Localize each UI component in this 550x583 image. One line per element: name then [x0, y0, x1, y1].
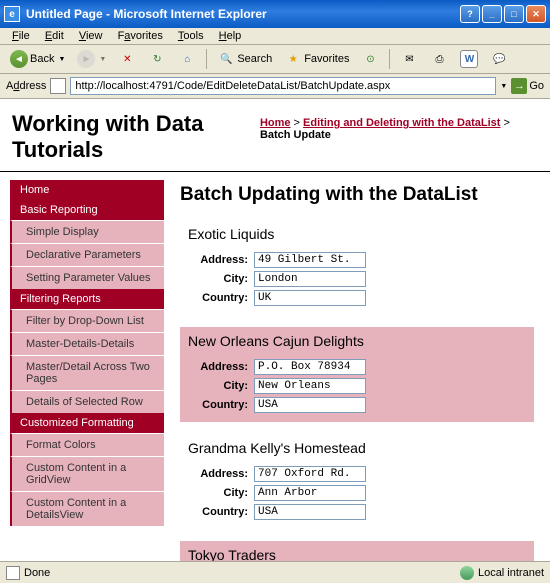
refresh-button[interactable]: ↻	[144, 48, 170, 70]
menu-tools[interactable]: Tools	[172, 28, 210, 44]
search-button[interactable]: 🔍Search	[213, 48, 276, 70]
print-button[interactable]: ⎙	[426, 48, 452, 70]
sidebar-item-9[interactable]: Details of Selected Row	[10, 390, 164, 413]
go-button[interactable]: →Go	[511, 78, 544, 94]
main-content: Batch Updating with the DataList Exotic …	[164, 172, 550, 561]
supplier-name: Grandma Kelly's Homestead	[188, 440, 526, 456]
city-label: City:	[188, 380, 248, 392]
stop-button[interactable]: ✕	[114, 48, 140, 70]
ie-icon: e	[4, 6, 20, 22]
sidebar-item-4[interactable]: Setting Parameter Values	[10, 266, 164, 289]
minimize-button[interactable]: _	[482, 5, 502, 23]
menu-bar: File Edit View Favorites Tools Help	[0, 28, 550, 45]
status-bar: Done Local intranet	[0, 561, 550, 583]
sidebar-hdr-1[interactable]: Basic Reporting	[10, 200, 164, 220]
address-input[interactable]	[254, 252, 366, 268]
supplier-block: Grandma Kelly's Homestead Address: City: Co…	[180, 434, 534, 529]
sidebar-hdr-5[interactable]: Filtering Reports	[10, 289, 164, 309]
city-input[interactable]	[254, 485, 366, 501]
sidebar-item-2[interactable]: Simple Display	[10, 220, 164, 243]
city-input[interactable]	[254, 378, 366, 394]
menu-edit[interactable]: Edit	[39, 28, 70, 44]
address-bar: Address ▼ →Go	[0, 74, 550, 99]
menu-help[interactable]: Help	[213, 28, 248, 44]
page-icon	[50, 78, 66, 94]
status-text: Done	[24, 567, 50, 579]
title-bar: e Untitled Page - Microsoft Internet Exp…	[0, 0, 550, 28]
home-button[interactable]: ⌂	[174, 48, 200, 70]
address-label: Address	[6, 80, 46, 92]
city-label: City:	[188, 487, 248, 499]
edit-button[interactable]: W	[456, 48, 482, 70]
country-label: Country:	[188, 292, 248, 304]
breadcrumb-section[interactable]: Editing and Deleting with the DataList	[303, 117, 500, 129]
supplier-name: New Orleans Cajun Delights	[188, 333, 526, 349]
supplier-block: Exotic Liquids Address: City: Country:	[180, 220, 534, 315]
breadcrumb: Home > Editing and Deleting with the Dat…	[260, 111, 538, 141]
content-heading: Batch Updating with the DataList	[180, 184, 534, 206]
sidebar-item-6[interactable]: Filter by Drop-Down List	[10, 309, 164, 332]
toolbar: ◄Back▼ ►▼ ✕ ↻ ⌂ 🔍Search ★Favorites ⊙ ✉ ⎙…	[0, 45, 550, 74]
forward-button: ►▼	[73, 48, 110, 70]
breadcrumb-current: Batch Update	[260, 129, 331, 141]
close-button[interactable]: ✕	[526, 5, 546, 23]
supplier-name: Exotic Liquids	[188, 226, 526, 242]
site-title: Working with Data Tutorials	[12, 111, 260, 163]
sidebar-item-11[interactable]: Format Colors	[10, 433, 164, 456]
sidebar: HomeBasic ReportingSimple DisplayDeclara…	[0, 172, 164, 561]
zone-text: Local intranet	[478, 567, 544, 579]
favorites-button[interactable]: ★Favorites	[280, 48, 353, 70]
page-header: Working with Data Tutorials Home > Editi…	[0, 99, 550, 172]
country-input[interactable]	[254, 397, 366, 413]
sidebar-item-3[interactable]: Declarative Parameters	[10, 243, 164, 266]
sidebar-item-7[interactable]: Master-Details-Details	[10, 332, 164, 355]
back-button[interactable]: ◄Back▼	[6, 48, 69, 70]
menu-favorites[interactable]: Favorites	[112, 28, 169, 44]
mail-button[interactable]: ✉	[396, 48, 422, 70]
breadcrumb-home[interactable]: Home	[260, 117, 291, 129]
zone-icon	[460, 566, 474, 580]
menu-view[interactable]: View	[73, 28, 109, 44]
sidebar-hdr-0[interactable]: Home	[10, 180, 164, 200]
page-viewport: Working with Data Tutorials Home > Editi…	[0, 99, 550, 561]
country-input[interactable]	[254, 290, 366, 306]
sidebar-hdr-10[interactable]: Customized Formatting	[10, 413, 164, 433]
history-button[interactable]: ⊙	[357, 48, 383, 70]
maximize-button[interactable]: □	[504, 5, 524, 23]
supplier-block: New Orleans Cajun Delights Address: City: C…	[180, 327, 534, 422]
help-button[interactable]: ?	[460, 5, 480, 23]
discuss-button[interactable]: 💬	[486, 48, 512, 70]
country-label: Country:	[188, 399, 248, 411]
sidebar-item-13[interactable]: Custom Content in a DetailsView	[10, 491, 164, 526]
address-input[interactable]	[254, 359, 366, 375]
menu-file[interactable]: File	[6, 28, 36, 44]
address-label: Address:	[188, 254, 248, 266]
address-label: Address:	[188, 468, 248, 480]
sidebar-item-12[interactable]: Custom Content in a GridView	[10, 456, 164, 491]
supplier-name: Tokyo Traders	[188, 547, 526, 561]
done-icon	[6, 566, 20, 580]
address-dropdown[interactable]: ▼	[500, 83, 507, 90]
address-input[interactable]	[254, 466, 366, 482]
window-title: Untitled Page - Microsoft Internet Explo…	[26, 7, 460, 21]
address-input[interactable]	[70, 77, 496, 95]
supplier-block: Tokyo TradersAddress:City:Country:	[180, 541, 534, 561]
country-label: Country:	[188, 506, 248, 518]
sidebar-item-8[interactable]: Master/Detail Across Two Pages	[10, 355, 164, 390]
address-label: Address:	[188, 361, 248, 373]
country-input[interactable]	[254, 504, 366, 520]
city-input[interactable]	[254, 271, 366, 287]
city-label: City:	[188, 273, 248, 285]
